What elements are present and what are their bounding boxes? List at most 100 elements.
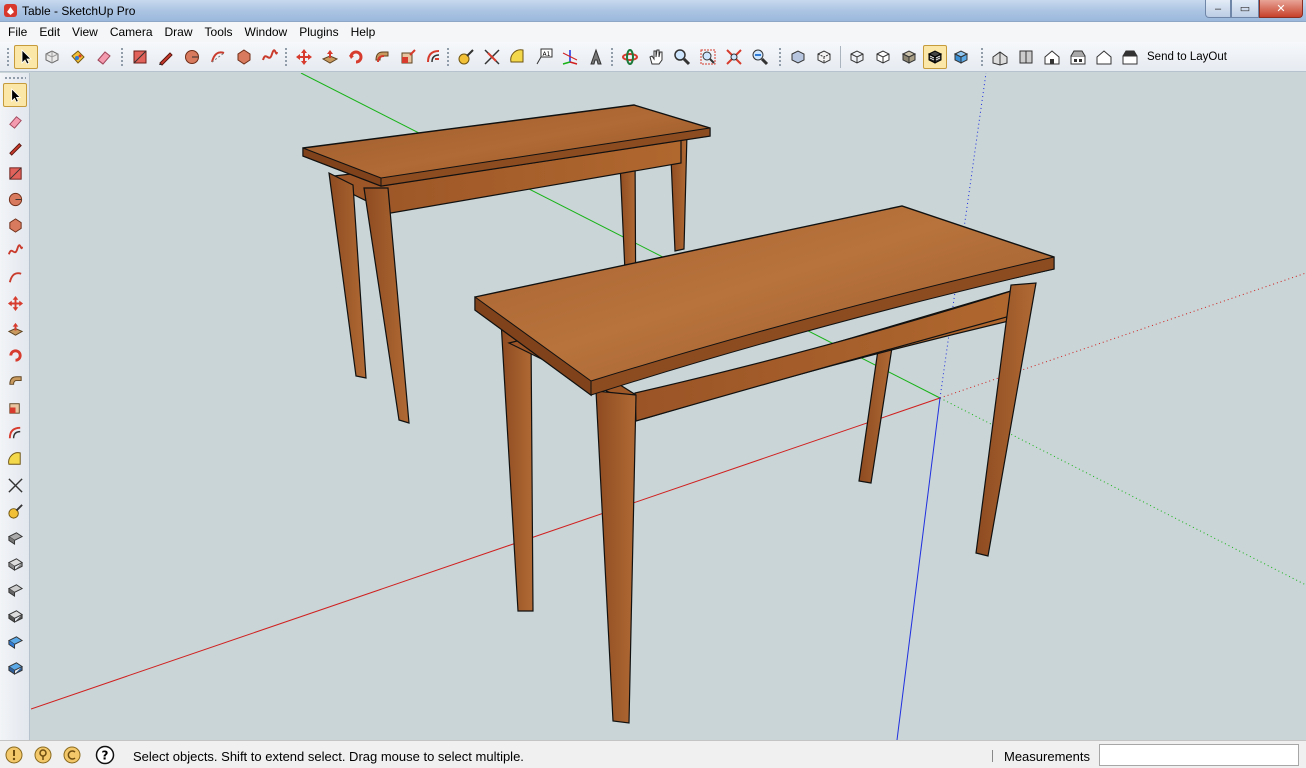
eraser-button[interactable]	[3, 109, 27, 133]
rectangle-tool-button[interactable]	[128, 45, 152, 69]
menu-plugins[interactable]: Plugins	[293, 22, 344, 42]
position-camera-button[interactable]	[3, 603, 27, 627]
zoom-window-button[interactable]	[696, 45, 720, 69]
arc-tool-button[interactable]	[206, 45, 230, 69]
protractor-icon	[7, 451, 21, 465]
circle-tool-button[interactable]	[3, 187, 27, 211]
zoom-tool-button[interactable]	[670, 45, 694, 69]
iso-view-button[interactable]	[988, 45, 1012, 69]
toolbar-grip[interactable]	[778, 47, 782, 67]
xray-style-button[interactable]	[786, 45, 810, 69]
move-tool-button[interactable]	[3, 291, 27, 315]
main-toolbar: A1 Send to LayOut	[0, 42, 1306, 72]
zoom-extents-button[interactable]	[722, 45, 746, 69]
toolbar-grip[interactable]	[446, 47, 450, 67]
front-view-button[interactable]	[1040, 45, 1064, 69]
select-tool-button[interactable]	[14, 45, 38, 69]
toolbar-grip[interactable]	[6, 47, 10, 67]
menu-camera[interactable]: Camera	[104, 22, 159, 42]
maximize-button[interactable]: ▭	[1231, 0, 1259, 18]
protractor-button[interactable]	[506, 45, 530, 69]
menu-file[interactable]: File	[2, 22, 33, 42]
minimize-button[interactable]: –	[1205, 0, 1231, 18]
paint-bucket-button[interactable]	[66, 45, 90, 69]
back-view-button[interactable]	[1092, 45, 1116, 69]
toolbar-grip[interactable]	[610, 47, 614, 67]
offset-tool-button[interactable]	[422, 45, 446, 69]
offset-tool-button[interactable]	[3, 421, 27, 445]
toolbar-grip[interactable]	[980, 47, 984, 67]
table-front-model[interactable]	[474, 205, 1055, 724]
polygon-tool-button[interactable]	[232, 45, 256, 69]
move-tool-button[interactable]	[292, 45, 316, 69]
menu-draw[interactable]: Draw	[159, 22, 199, 42]
scale-tool-button[interactable]	[396, 45, 420, 69]
right-view-button[interactable]	[1066, 45, 1090, 69]
protractor-button[interactable]	[3, 447, 27, 471]
shaded-textures-style-button[interactable]	[923, 45, 947, 69]
push-pull-tool-button[interactable]	[318, 45, 342, 69]
orbit-tool-button[interactable]	[618, 45, 642, 69]
freehand-tool-button[interactable]	[258, 45, 282, 69]
red-axis-line	[31, 397, 941, 710]
polygon-tool-button[interactable]	[3, 213, 27, 237]
help-icon[interactable]: ?	[95, 745, 115, 765]
line-tool-button[interactable]	[154, 45, 178, 69]
geo-location-icon[interactable]	[4, 745, 24, 765]
measurements-input[interactable]	[1099, 744, 1299, 766]
line-tool-button[interactable]	[3, 135, 27, 159]
eraser-button[interactable]	[92, 45, 116, 69]
menu-window[interactable]: Window	[239, 22, 294, 42]
tape-measure-button[interactable]	[3, 499, 27, 523]
scene-canvas[interactable]	[31, 73, 1306, 740]
top-view-button[interactable]	[1014, 45, 1038, 69]
left-view-button[interactable]	[1118, 45, 1142, 69]
rotate-tool-button[interactable]	[344, 45, 368, 69]
pan-tool-button[interactable]	[644, 45, 668, 69]
rotate-tool-button[interactable]	[3, 343, 27, 367]
look-around-button[interactable]	[3, 577, 27, 601]
scale-tool-button[interactable]	[3, 395, 27, 419]
push-pull-icon	[7, 322, 23, 336]
send-to-layout-button[interactable]: Send to LayOut	[1147, 51, 1227, 63]
credits-icon[interactable]	[33, 745, 53, 765]
previous-view-button[interactable]	[748, 45, 772, 69]
dimension-tool-button[interactable]	[3, 473, 27, 497]
sandbox-button[interactable]	[3, 629, 27, 653]
make-component-button[interactable]	[40, 45, 64, 69]
menu-tools[interactable]: Tools	[199, 22, 239, 42]
menu-edit[interactable]: Edit	[33, 22, 66, 42]
walk-tool-button[interactable]	[3, 551, 27, 575]
shaded-style-button[interactable]	[897, 45, 921, 69]
modeling-viewport[interactable]	[31, 73, 1306, 740]
close-button[interactable]: ✕	[1259, 0, 1303, 18]
follow-me-tool-button[interactable]	[370, 45, 394, 69]
menu-view[interactable]: View	[66, 22, 104, 42]
component-options-button[interactable]	[3, 655, 27, 679]
hidden-line-style-button[interactable]	[871, 45, 895, 69]
section-plane-button[interactable]	[3, 525, 27, 549]
freehand-tool-button[interactable]	[3, 239, 27, 263]
3d-text-button[interactable]	[584, 45, 608, 69]
dimension-icon	[484, 49, 500, 65]
text-tool-button[interactable]: A1	[532, 45, 556, 69]
toolbar-grip[interactable]	[4, 76, 26, 80]
copyright-icon[interactable]	[62, 745, 82, 765]
toolbar-grip[interactable]	[120, 47, 124, 67]
rectangle-tool-button[interactable]	[3, 161, 27, 185]
axes-tool-button[interactable]	[558, 45, 582, 69]
tape-measure-button[interactable]	[454, 45, 478, 69]
arc-tool-button[interactable]	[3, 265, 27, 289]
wireframe-style-button[interactable]	[845, 45, 869, 69]
wireframe-cube-icon	[850, 50, 864, 64]
front-house-icon	[1044, 50, 1060, 65]
push-pull-tool-button[interactable]	[3, 317, 27, 341]
circle-tool-button[interactable]	[180, 45, 204, 69]
follow-me-tool-button[interactable]	[3, 369, 27, 393]
dimension-tool-button[interactable]	[480, 45, 504, 69]
toolbar-grip[interactable]	[284, 47, 288, 67]
select-tool-button[interactable]	[3, 83, 27, 107]
back-edges-style-button[interactable]	[812, 45, 836, 69]
monochrome-style-button[interactable]	[949, 45, 973, 69]
menu-help[interactable]: Help	[345, 22, 382, 42]
